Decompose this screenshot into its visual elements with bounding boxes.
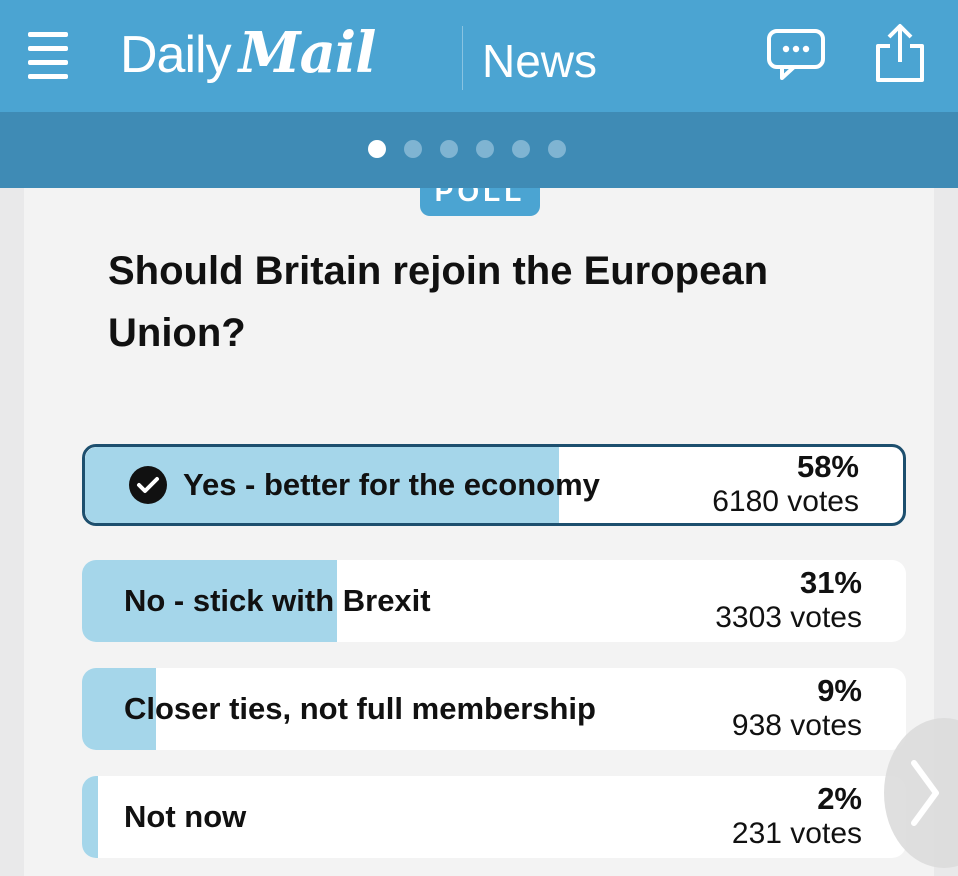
option-label: Not now	[124, 799, 247, 834]
poll-option-closer-ties[interactable]: Closer ties, not full membership 9% 938 …	[82, 668, 906, 750]
result-bar	[82, 776, 98, 858]
brand-daily-text: Daily	[120, 26, 232, 84]
brand-mail-text: Mail	[238, 20, 377, 86]
carousel-dot[interactable]	[440, 140, 458, 158]
share-icon[interactable]	[872, 22, 928, 84]
option-votes: 3303 votes	[715, 601, 862, 634]
option-stats: 31% 3303 votes	[715, 566, 862, 636]
carousel-dots	[368, 140, 566, 158]
chevron-right-icon	[911, 760, 939, 826]
checkmark-icon	[129, 466, 167, 504]
option-label: Yes - better for the economy	[183, 467, 600, 502]
option-percent: 2%	[817, 781, 862, 816]
carousel-dot[interactable]	[368, 140, 386, 158]
option-stats: 2% 231 votes	[732, 782, 862, 852]
carousel-dot[interactable]	[476, 140, 494, 158]
carousel-dot[interactable]	[548, 140, 566, 158]
menu-icon[interactable]	[28, 30, 68, 79]
poll-tag: POLL	[420, 188, 540, 216]
option-label: Closer ties, not full membership	[124, 691, 596, 726]
poll-option-no[interactable]: No - stick with Brexit 31% 3303 votes	[82, 560, 906, 642]
next-arrow-button[interactable]	[884, 718, 958, 868]
option-votes: 938 votes	[731, 709, 862, 742]
option-percent: 58%	[796, 449, 859, 484]
carousel-dot[interactable]	[512, 140, 530, 158]
top-header: Daily Mail News	[0, 0, 958, 112]
chat-icon[interactable]	[766, 28, 826, 82]
option-votes: 6180 votes	[712, 485, 859, 518]
option-stats: 9% 938 votes	[732, 674, 862, 744]
option-percent: 9%	[817, 673, 862, 708]
poll-option-not-now[interactable]: Not now 2% 231 votes	[82, 776, 906, 858]
carousel-dot[interactable]	[404, 140, 422, 158]
option-votes: 231 votes	[731, 817, 862, 850]
option-percent: 31%	[799, 565, 862, 600]
brand-logo[interactable]: Daily Mail	[120, 20, 377, 90]
option-label: No - stick with Brexit	[124, 583, 431, 618]
poll-option-yes[interactable]: Yes - better for the economy 58% 6180 vo…	[82, 444, 906, 526]
poll-tag-label: POLL	[434, 188, 526, 207]
poll-question: Should Britain rejoin the European Union…	[108, 249, 769, 355]
header-divider	[462, 26, 463, 90]
option-stats: 58% 6180 votes	[712, 450, 859, 520]
section-title: News	[482, 35, 598, 87]
